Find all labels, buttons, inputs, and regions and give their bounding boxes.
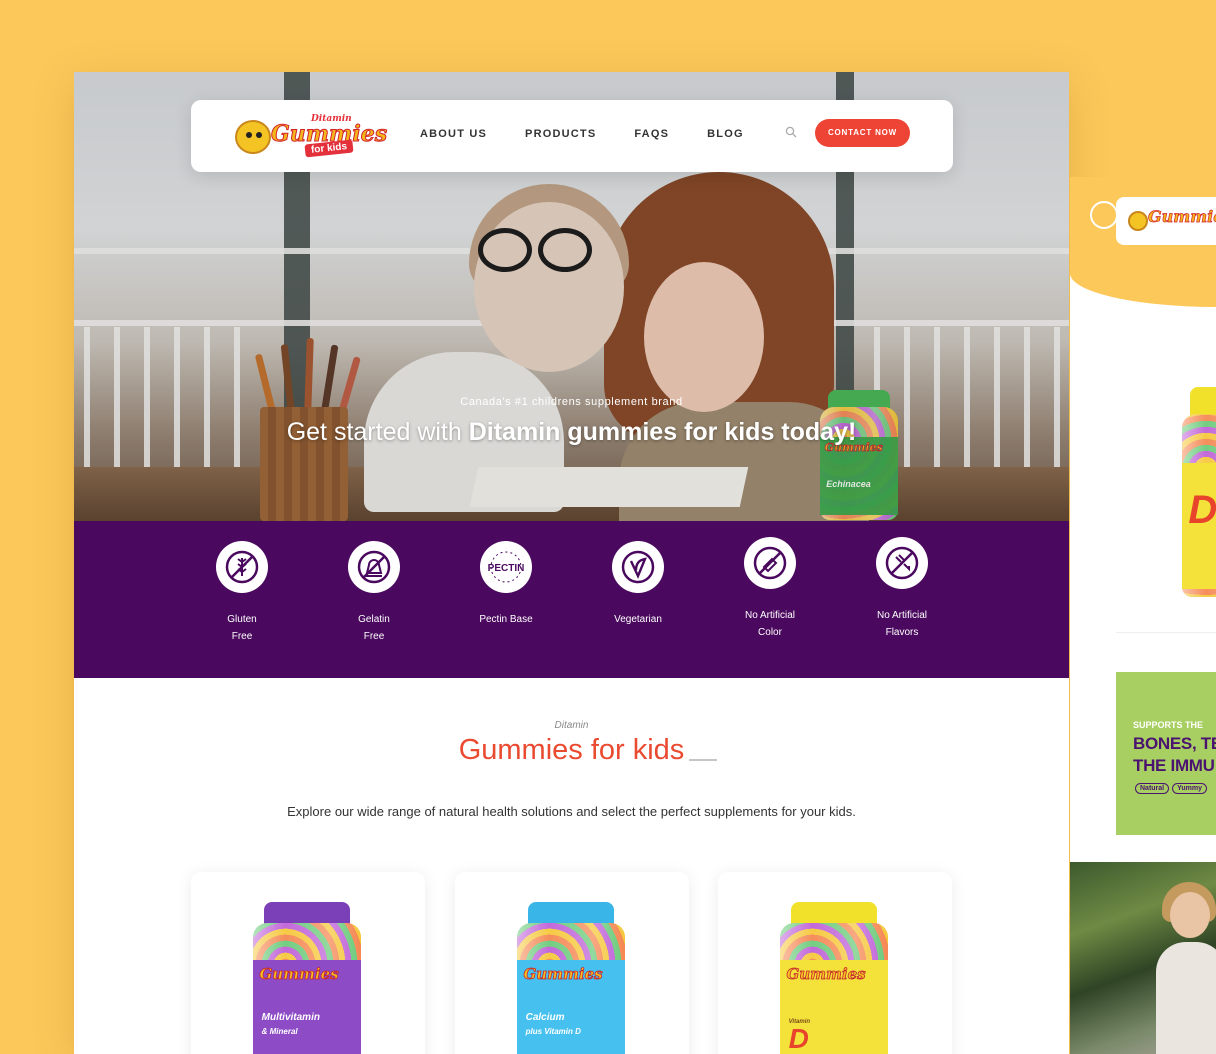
feature-label-line1: No Artificial bbox=[744, 610, 795, 621]
giraffe-logo-icon bbox=[235, 120, 271, 154]
feature-label: Gluten Free bbox=[187, 611, 297, 645]
jar-label: Gummies Vitamin D bbox=[780, 959, 888, 1054]
hero-title-prefix: Get started with bbox=[286, 418, 469, 446]
feature-label-line1: Pectin Base bbox=[479, 614, 533, 625]
feature-label: Pectin Base bbox=[451, 611, 561, 628]
hero-section: Gummies Echinacea Canada's #1 childrens … bbox=[74, 72, 1069, 521]
smiley-icon bbox=[1090, 201, 1118, 229]
vegetarian-icon bbox=[612, 541, 664, 593]
side-logo-text: Gummies bbox=[1148, 207, 1216, 227]
feature-pectin-base: PECTIN Pectin Base bbox=[451, 541, 561, 628]
feature-label: No Artificial Color bbox=[715, 607, 825, 641]
giraffe-logo-icon bbox=[1128, 211, 1148, 231]
jar-label: Gummies Multivitamin & Mineral bbox=[253, 959, 361, 1054]
product-card-calcium[interactable]: Gummies Calcium plus Vitamin D bbox=[455, 872, 689, 1054]
section-kicker: Ditamin bbox=[554, 720, 589, 731]
feature-label-line1: Gelatin bbox=[358, 614, 390, 625]
jar-product-name: Multivitamin bbox=[261, 1012, 320, 1024]
feature-label-line2: Color bbox=[758, 627, 782, 638]
feature-label: Gelatin Free bbox=[319, 611, 429, 645]
feature-vegetarian: Vegetarian bbox=[583, 541, 693, 628]
gluten-free-icon bbox=[216, 541, 268, 593]
search-icon[interactable] bbox=[785, 126, 797, 138]
jar-product-subname: & Mineral bbox=[261, 1026, 298, 1036]
features-band: Gluten Free Gelatin Free PECTIN Pectin Bas… bbox=[74, 521, 1069, 678]
divider bbox=[1116, 632, 1216, 633]
jar-product-name: Calcium bbox=[525, 1012, 565, 1024]
jar-product-name: D bbox=[1188, 487, 1216, 532]
contact-now-button[interactable]: CONTACT NOW bbox=[815, 119, 910, 147]
product-jar: Gummies Vitamin D bbox=[780, 902, 888, 1054]
nav-link-faqs[interactable]: FAQS bbox=[634, 128, 669, 140]
feature-label-line2: Free bbox=[231, 631, 253, 642]
logo-wordmark: Ditamin Gummies bbox=[270, 114, 387, 146]
nav-link-about[interactable]: ABOUT US bbox=[420, 128, 487, 140]
brand-logo[interactable]: Ditamin Gummies for kids bbox=[235, 112, 388, 160]
jar-label: D bbox=[1182, 462, 1216, 589]
jar-brand: Gummies bbox=[523, 965, 603, 984]
svg-text:PECTIN: PECTIN bbox=[488, 563, 524, 574]
promo-tag: Natural bbox=[1135, 783, 1170, 794]
hero-title-brand: Ditamin gummies for kids today! bbox=[468, 418, 857, 446]
nav-link-products[interactable]: PRODUCTS bbox=[525, 128, 596, 140]
feature-label-line1: Gluten bbox=[227, 614, 257, 625]
product-card-multivitamin[interactable]: Gummies Multivitamin & Mineral bbox=[191, 872, 425, 1054]
promo-tag: Yummy bbox=[1172, 783, 1208, 794]
side-header: Gummies bbox=[1070, 177, 1216, 307]
feature-label-line1: No Artificial bbox=[876, 610, 927, 621]
top-navbar: Ditamin Gummies for kids ABOUT US PRODUC… bbox=[191, 100, 953, 172]
gelatin-free-icon bbox=[348, 541, 400, 593]
nav-links: ABOUT US PRODUCTS FAQS BLOG bbox=[420, 128, 744, 140]
side-product-jar: D bbox=[1182, 387, 1216, 597]
feature-gelatin-free: Gelatin Free bbox=[319, 541, 429, 645]
no-artificial-color-icon bbox=[744, 537, 796, 589]
product-card-vitamin-d[interactable]: Gummies Vitamin D bbox=[718, 872, 952, 1054]
section-title: Gummies for kids bbox=[458, 734, 685, 766]
hero-kicker: Canada's #1 childrens supplement brand bbox=[460, 396, 683, 408]
promo-headline-line2: THE IMMU bbox=[1133, 756, 1215, 775]
pectin-icon: PECTIN bbox=[480, 541, 532, 593]
hero-title: Get started with Ditamin gummies for kid… bbox=[74, 418, 1069, 447]
no-artificial-flavors-icon bbox=[876, 537, 928, 589]
secondary-page-mockup: Gummies D SUPPORTS THE BONES, TE THE IMM… bbox=[1070, 177, 1216, 1054]
nav-link-blog[interactable]: BLOG bbox=[707, 128, 744, 140]
feature-label-line1: Vegetarian bbox=[614, 614, 662, 625]
promo-tags: Natural Yummy bbox=[1135, 783, 1208, 794]
feature-gluten-free: Gluten Free bbox=[187, 541, 297, 645]
side-navbar: Gummies bbox=[1116, 197, 1216, 245]
kid-playing-photo bbox=[1070, 862, 1216, 1054]
kid-face bbox=[1170, 892, 1210, 938]
feature-label-line2: Flavors bbox=[885, 627, 919, 638]
promo-kicker: SUPPORTS THE bbox=[1133, 720, 1204, 730]
kid-dress bbox=[1156, 942, 1216, 1054]
section-description: Explore our wide range of natural health… bbox=[287, 804, 856, 819]
jar-product-subname: plus Vitamin D bbox=[525, 1026, 581, 1036]
product-jar: Gummies Multivitamin & Mineral bbox=[253, 902, 361, 1054]
promo-headline-line1: BONES, TE bbox=[1133, 734, 1216, 753]
feature-label: No Artificial Flavors bbox=[847, 607, 957, 641]
jar-brand: Gummies bbox=[259, 965, 339, 984]
product-jar: Gummies Calcium plus Vitamin D bbox=[517, 902, 625, 1054]
main-page-mockup: Gummies Echinacea Canada's #1 childrens … bbox=[74, 72, 1069, 1054]
feature-no-artificial-flavors: No Artificial Flavors bbox=[847, 537, 957, 641]
feature-no-artificial-color: No Artificial Color bbox=[715, 537, 825, 641]
jar-brand: Gummies bbox=[786, 965, 866, 984]
jar-label: Gummies Calcium plus Vitamin D bbox=[517, 959, 625, 1054]
feature-label: Vegetarian bbox=[583, 611, 693, 628]
promo-banner: SUPPORTS THE BONES, TE THE IMMU Natural … bbox=[1116, 672, 1216, 835]
jar-product-name: D bbox=[788, 1022, 809, 1054]
title-underline bbox=[689, 759, 717, 761]
feature-label-line2: Free bbox=[363, 631, 385, 642]
